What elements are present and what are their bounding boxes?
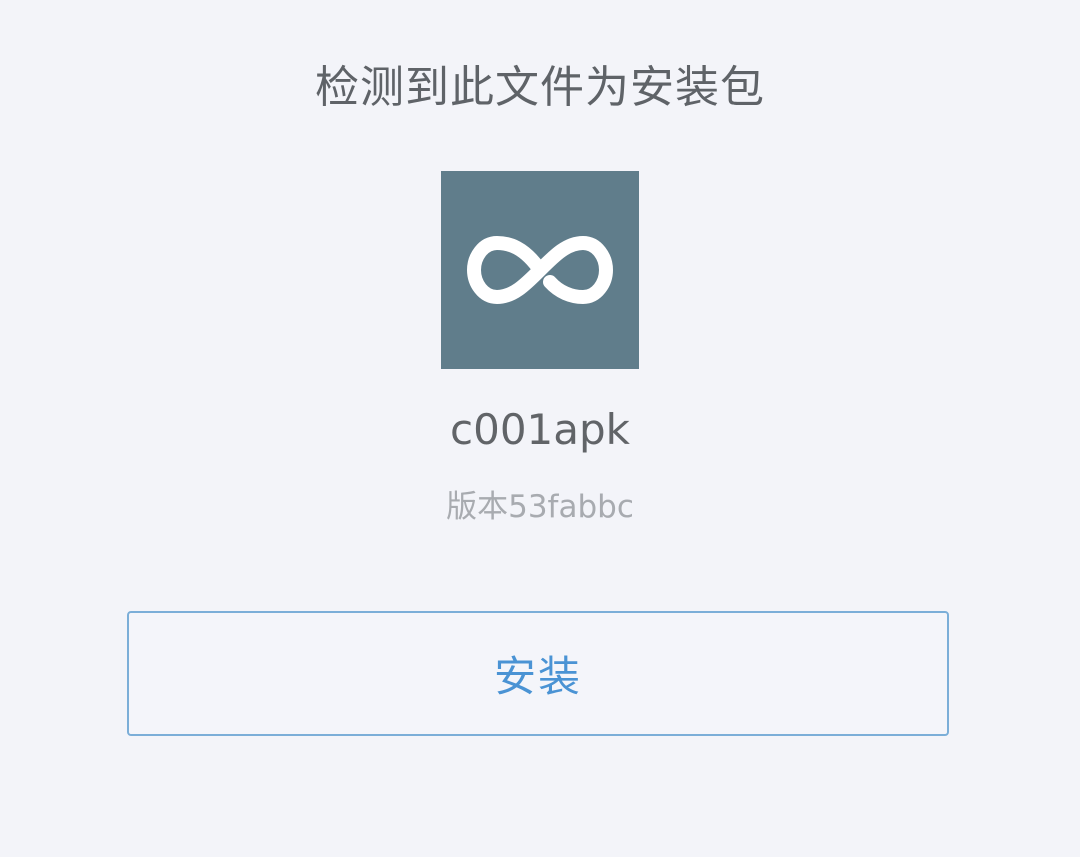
infinity-icon [467, 236, 613, 304]
install-dialog: 检测到此文件为安装包 c001apk 版本53fabbc 安装 [0, 0, 1080, 857]
app-icon [441, 171, 639, 369]
dialog-title: 检测到此文件为安装包 [315, 62, 765, 113]
install-button-label: 安装 [493, 652, 582, 701]
install-button[interactable]: 安装 [127, 611, 949, 736]
app-version: 版本53fabbc [446, 489, 634, 525]
app-name: c001apk [450, 405, 630, 454]
